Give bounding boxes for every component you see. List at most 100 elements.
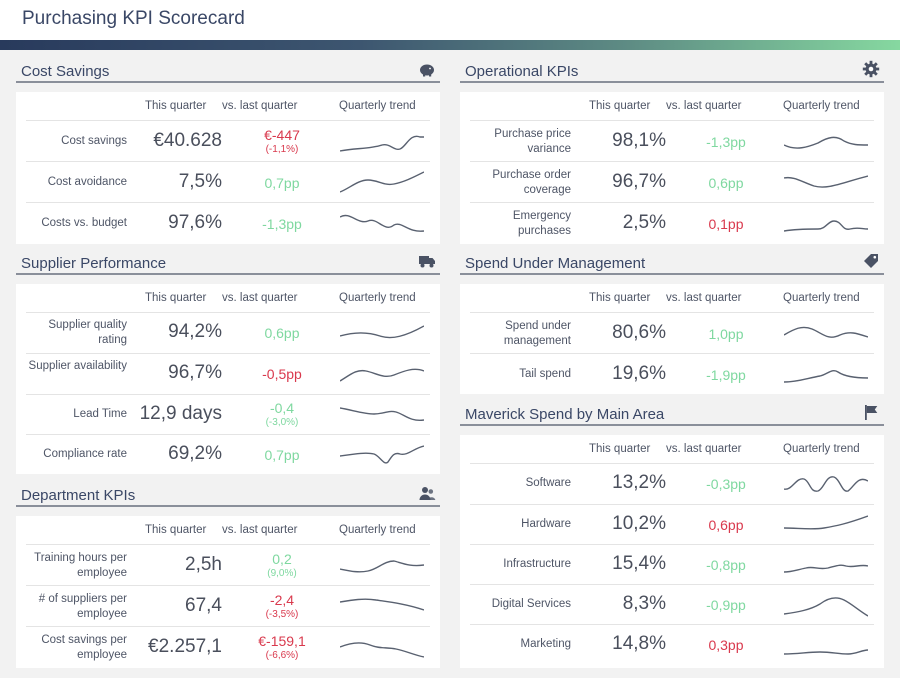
page-title: Purchasing KPI Scorecard: [22, 8, 245, 29]
kpi-row: # of suppliers per employee 67,4 (-3,5%) -2…: [26, 585, 430, 626]
sparkline-trend: [339, 320, 425, 346]
kpi-label: Infrastructure: [503, 558, 571, 570]
column-header-vs-last-quarter: vs. last quarter: [666, 100, 742, 112]
kpi-row: Infrastructure 15,4% -0,8pp: [470, 544, 874, 584]
kpi-change: 0,7pp: [264, 447, 300, 463]
kpi-label: Spend under management: [503, 319, 571, 347]
sparkline-trend: [783, 129, 869, 155]
operational-section-title: Operational KPIs: [465, 63, 579, 80]
sparkline-trend: [339, 170, 425, 196]
sparkline-trend: [783, 211, 869, 237]
spend-section-title: Spend Under Management: [465, 255, 646, 272]
flag-icon: [862, 403, 880, 421]
operational-section-header: Operational KPIs: [460, 58, 884, 83]
kpi-label: Lead Time: [73, 408, 127, 420]
sparkline-trend: [339, 594, 425, 620]
kpi-change: -0,9pp: [706, 597, 746, 613]
kpi-label: Compliance rate: [43, 448, 127, 460]
kpi-value: 97,6%: [168, 211, 222, 233]
column-header-quarterly-trend: Quarterly trend: [339, 100, 416, 112]
truck-icon: [418, 252, 436, 270]
kpi-value: 67,4: [185, 594, 222, 616]
column-header-vs-last-quarter: vs. last quarter: [222, 100, 298, 112]
sparkline-trend: [783, 471, 869, 497]
people-icon: [418, 484, 436, 502]
kpi-change: -1,3pp: [262, 215, 302, 232]
column-header-vs-last-quarter: vs. last quarter: [222, 292, 298, 304]
kpi-value: 15,4%: [612, 553, 666, 574]
kpi-change: 1,0pp: [708, 325, 744, 342]
column-header-quarterly-trend: Quarterly trend: [339, 292, 416, 304]
cost-section-title: Cost Savings: [21, 63, 110, 80]
maverick-section-header: Maverick Spend by Main Area: [460, 401, 884, 426]
column-header-vs-last-quarter: vs. last quarter: [666, 443, 742, 455]
column-header-this-quarter: This quarter: [145, 524, 207, 536]
sparkline-trend: [339, 361, 425, 387]
column-header-this-quarter: This quarter: [145, 100, 207, 112]
kpi-value: 13,2%: [612, 472, 666, 493]
kpi-label: Supplier quality rating: [48, 319, 127, 346]
sparkline-trend: [783, 592, 869, 618]
column-header-this-quarter: This quarter: [589, 100, 651, 112]
kpi-change: -1,3pp: [706, 133, 746, 150]
kpi-change: €-447: [264, 126, 300, 143]
sparkline-trend: [339, 402, 425, 428]
kpi-label: Costs vs. budget: [41, 216, 127, 229]
sparkline-trend: [339, 553, 425, 579]
supplier-section-header: Supplier Performance: [16, 250, 440, 275]
department-panel: This quarter vs. last quarter Quarterly tr…: [16, 516, 440, 668]
kpi-change-percent: (9,0%): [267, 567, 297, 579]
kpi-label: Supplier availability: [28, 360, 127, 372]
sparkline-trend: [783, 170, 869, 196]
spend-section-header: Spend Under Management: [460, 250, 884, 275]
piggy-bank-icon: [418, 60, 436, 78]
kpi-value: 7,5%: [178, 170, 222, 192]
kpi-change: 0,6pp: [264, 325, 300, 341]
kpi-change: €-159,1: [258, 632, 306, 649]
kpi-change: -0,4: [269, 400, 295, 416]
supplier-section-title: Supplier Performance: [21, 255, 167, 272]
kpi-label: Marketing: [520, 638, 572, 650]
kpi-label: Hardware: [521, 518, 571, 530]
kpi-label: Tail spend: [519, 367, 571, 380]
column-header-quarterly-trend: Quarterly trend: [783, 100, 860, 112]
kpi-row: Spend under management 80,6% 1,0pp: [470, 312, 874, 353]
kpi-change-percent: (-6,6%): [265, 649, 299, 661]
column-header-this-quarter: This quarter: [589, 443, 651, 455]
kpi-value: 96,7%: [612, 170, 666, 192]
cost-section-header: Cost Savings: [16, 58, 440, 83]
kpi-row: Hardware 10,2% 0,6pp: [470, 504, 874, 544]
kpi-row: Supplier availability 96,7% -0,5pp: [26, 353, 430, 393]
column-header-this-quarter: This quarter: [145, 292, 207, 304]
kpi-label: Software: [525, 477, 571, 489]
kpi-row: Marketing 14,8% 0,3pp: [470, 624, 874, 664]
sparkline-trend: [783, 362, 869, 388]
maverick-panel: This quarter vs. last quarter Quarterly tr…: [460, 435, 884, 668]
column-header-vs-last-quarter: vs. last quarter: [222, 524, 298, 536]
gear-icon: [862, 60, 880, 78]
kpi-change: -0,5pp: [262, 366, 302, 382]
kpi-label: Cost savings per employee: [41, 633, 127, 661]
sparkline-trend: [339, 129, 424, 155]
kpi-value: 14,8%: [612, 633, 666, 654]
kpi-value: 96,7%: [168, 362, 222, 383]
sparkline-trend: [783, 321, 869, 347]
kpi-row: Cost avoidance 7,5% 0,7pp: [26, 161, 430, 202]
kpi-value: 10,2%: [612, 513, 666, 534]
kpi-row: Compliance rate 69,2% 0,7pp: [26, 434, 430, 474]
header-bar: Purchasing KPI Scorecard: [0, 0, 900, 40]
kpi-change: 0,2: [272, 550, 292, 567]
maverick-section-title: Maverick Spend by Main Area: [465, 406, 665, 423]
kpi-row: Lead Time 12,9 days (-3,0%) -0,4: [26, 394, 430, 434]
kpi-label: Training hours per employee: [34, 551, 127, 579]
cost-panel: This quarter vs. last quarter Quarterly tr…: [16, 92, 440, 244]
kpi-row: Supplier quality rating 94,2% 0,6pp: [26, 312, 430, 352]
tag-icon: [862, 252, 880, 270]
kpi-row: Purchase order coverage 96,7% 0,6pp: [470, 161, 874, 202]
column-header-this-quarter: This quarter: [589, 292, 651, 304]
kpi-value: 12,9 days: [139, 403, 222, 424]
kpi-change: -0,3pp: [706, 476, 746, 492]
kpi-label: Cost savings: [61, 134, 127, 147]
kpi-value: €40.628: [153, 129, 222, 151]
kpi-change: 0,3pp: [708, 637, 744, 653]
